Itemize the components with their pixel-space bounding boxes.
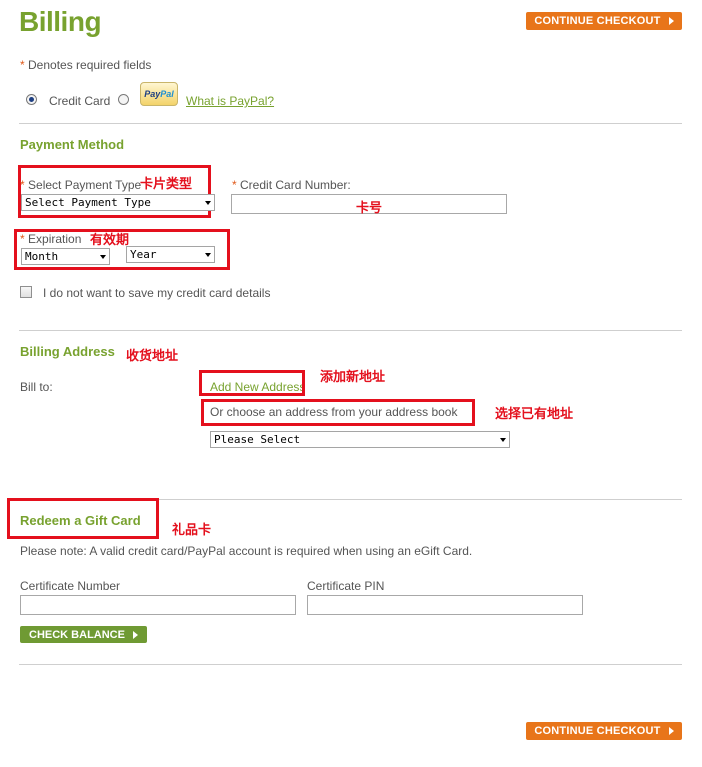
no-save-card-checkbox[interactable]	[20, 286, 32, 298]
annotation-choose-address: 选择已有地址	[495, 407, 574, 422]
play-arrow-icon	[132, 630, 138, 639]
annotation-add-address: 添加新地址	[320, 370, 386, 385]
annotation-expiry: 有效期	[90, 233, 130, 248]
gift-card-note: Please note: A valid credit card/PayPal …	[20, 544, 473, 558]
divider	[19, 664, 682, 665]
billing-address-title: Billing Address	[20, 344, 115, 359]
expiration-label: * Expiration	[20, 232, 82, 246]
divider	[19, 123, 682, 124]
divider	[19, 330, 682, 331]
check-balance-button[interactable]: CHECK BALANCE	[20, 626, 147, 643]
continue-checkout-button-top[interactable]: CONTINUE CHECKOUT	[526, 12, 682, 30]
dropdown-arrow-icon	[205, 252, 211, 257]
certificate-pin-input[interactable]	[307, 595, 583, 615]
dropdown-arrow-icon	[205, 200, 211, 205]
continue-checkout-button-bottom[interactable]: CONTINUE CHECKOUT	[526, 722, 682, 740]
no-save-card-label: I do not want to save my credit card det…	[43, 286, 271, 300]
play-arrow-icon	[668, 727, 674, 735]
choose-address-text: Or choose an address from your address b…	[210, 405, 458, 419]
what-is-paypal-link[interactable]: What is PayPal?	[186, 94, 274, 108]
expiry-year-select[interactable]: Year	[126, 246, 215, 263]
continue-checkout-label: CONTINUE CHECKOUT	[534, 725, 661, 737]
check-balance-label: CHECK BALANCE	[29, 628, 125, 641]
add-address-highlight: Add New Address	[199, 370, 305, 396]
card-number-label: * Credit Card Number:	[232, 178, 351, 192]
dropdown-arrow-icon	[500, 437, 506, 442]
required-fields-note: * Denotes required fields	[20, 58, 152, 72]
address-book-select[interactable]: Please Select	[210, 431, 510, 448]
certificate-number-label: Certificate Number	[20, 579, 121, 593]
payment-method-title: Payment Method	[20, 137, 125, 152]
add-new-address-link[interactable]: Add New Address	[210, 380, 302, 393]
payment-type-select[interactable]: Select Payment Type	[21, 194, 215, 211]
credit-card-label: Credit Card	[49, 94, 111, 108]
certificate-number-input[interactable]	[20, 595, 296, 615]
gift-card-title: Redeem a Gift Card	[20, 513, 141, 528]
annotation-gift-card: 礼品卡	[172, 523, 212, 538]
page-title: Billing	[19, 6, 102, 37]
credit-card-radio[interactable]	[26, 94, 37, 105]
certificate-pin-label: Certificate PIN	[307, 579, 385, 593]
expiry-month-select[interactable]: Month	[21, 248, 110, 265]
continue-checkout-label: CONTINUE CHECKOUT	[534, 15, 661, 27]
dropdown-arrow-icon	[100, 254, 106, 259]
annotation-card-type: 卡片类型	[140, 177, 193, 192]
payment-type-label: * Select Payment Type	[20, 178, 142, 192]
annotation-card-number: 卡号	[356, 201, 383, 216]
bill-to-label: Bill to:	[20, 380, 53, 394]
play-arrow-icon	[668, 17, 674, 25]
annotation-billing-address: 收货地址	[126, 349, 179, 364]
paypal-logo: Pay Pal	[140, 82, 178, 106]
paypal-radio[interactable]	[118, 94, 129, 105]
